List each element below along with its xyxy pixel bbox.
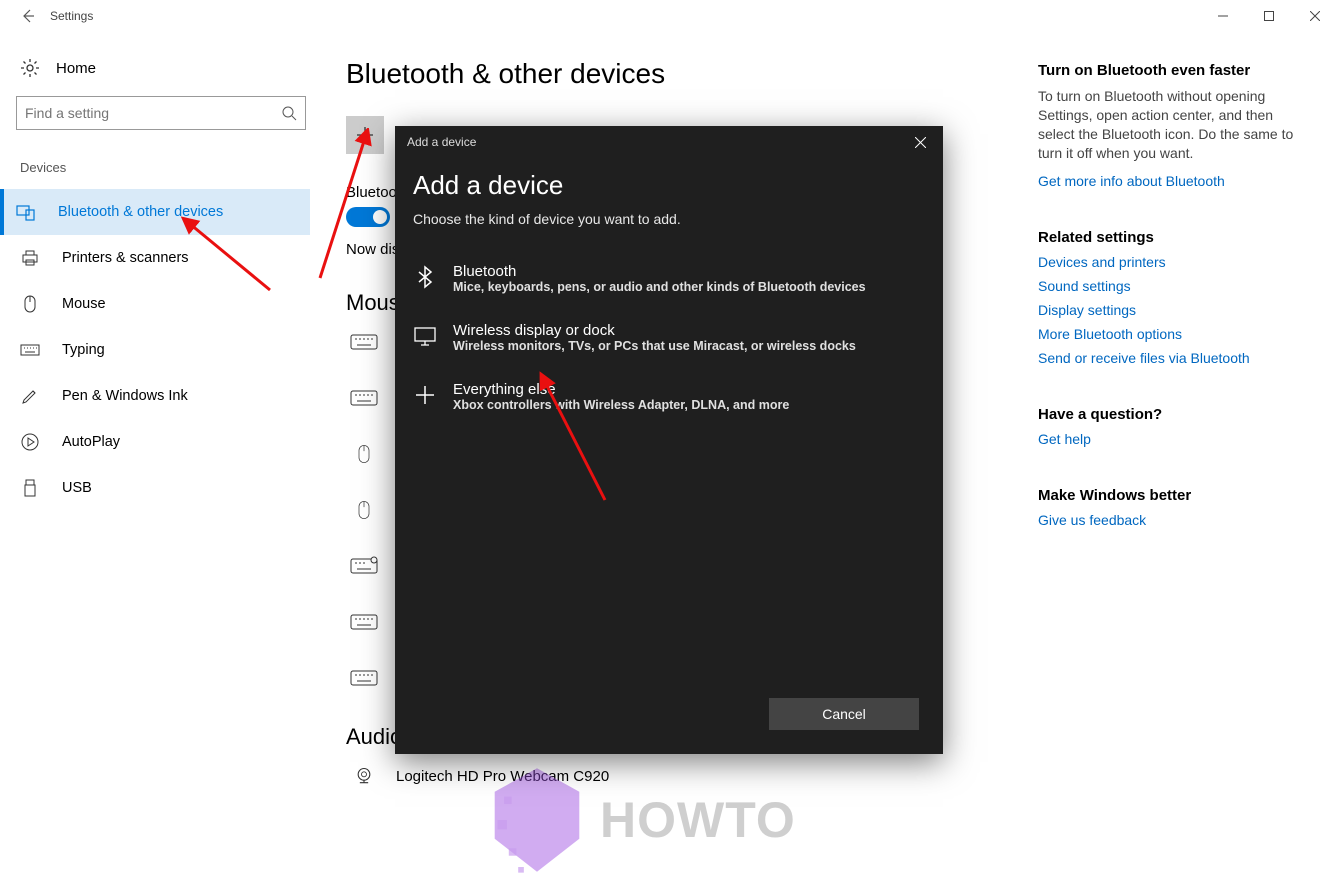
keyboard-icon: [350, 388, 378, 408]
back-button[interactable]: [8, 0, 48, 32]
close-icon: [915, 137, 926, 148]
sidebar-item-pen-windows-ink[interactable]: Pen & Windows Ink: [16, 373, 310, 419]
printer-icon: [20, 248, 40, 268]
sidebar-item-label: AutoPlay: [62, 434, 120, 450]
related-link-more-bluetooth-options[interactable]: More Bluetooth options: [1038, 326, 1298, 342]
maximize-button[interactable]: [1246, 0, 1292, 32]
option-everything-else[interactable]: Everything else Xbox controllers with Wi…: [413, 371, 925, 430]
option-bluetooth[interactable]: Bluetooth Mice, keyboards, pens, or audi…: [413, 253, 925, 312]
bluetooth-icon: [413, 265, 437, 289]
close-button[interactable]: [1292, 0, 1338, 32]
minimize-button[interactable]: [1200, 0, 1246, 32]
minimize-icon: [1218, 11, 1228, 21]
display-icon: [413, 324, 437, 348]
tip-link[interactable]: Get more info about Bluetooth: [1038, 173, 1298, 189]
mouse-icon: [20, 294, 40, 314]
gear-icon: [20, 58, 40, 78]
sidebar-item-usb[interactable]: USB: [16, 465, 310, 511]
option-desc: Xbox controllers with Wireless Adapter, …: [453, 398, 789, 412]
related-link-display-settings[interactable]: Display settings: [1038, 302, 1298, 318]
annotation-arrow: [160, 210, 300, 310]
feedback-link[interactable]: Give us feedback: [1038, 512, 1298, 528]
page-title: Bluetooth & other devices: [346, 58, 1038, 90]
arrow-left-icon: [20, 8, 36, 24]
devices-icon: [16, 202, 36, 222]
search-icon: [281, 105, 297, 121]
dialog-close-button[interactable]: [897, 126, 943, 158]
related-heading: Related settings: [1038, 229, 1298, 246]
sidebar-item-typing[interactable]: Typing: [16, 327, 310, 373]
search-input[interactable]: [25, 105, 281, 121]
option-title: Bluetooth: [453, 263, 866, 280]
dialog-subheading: Choose the kind of device you want to ad…: [413, 211, 925, 227]
watermark: HOWTO: [490, 760, 796, 880]
webcam-icon: [350, 766, 378, 786]
option-title: Wireless display or dock: [453, 322, 856, 339]
keyboard-icon: [350, 612, 378, 632]
sidebar-item-label: Pen & Windows Ink: [62, 388, 188, 404]
cancel-button[interactable]: Cancel: [769, 698, 919, 730]
sidebar-item-autoplay[interactable]: AutoPlay: [16, 419, 310, 465]
question-heading: Have a question?: [1038, 406, 1298, 423]
maximize-icon: [1264, 11, 1274, 21]
tip-text: To turn on Bluetooth without opening Set…: [1038, 87, 1298, 163]
dialog-title: Add a device: [407, 135, 476, 149]
sidebar: Home Devices Bluetooth & other devices P…: [0, 32, 310, 885]
keyboard-icon: [350, 668, 378, 688]
logo-icon: [490, 760, 584, 880]
annotation-arrow: [530, 370, 620, 510]
keyboard-icon: [350, 556, 378, 576]
titlebar: Settings: [0, 0, 1338, 32]
keyboard-icon: [20, 340, 40, 360]
close-icon: [1310, 11, 1320, 21]
keyboard-icon: [350, 332, 378, 352]
dialog-heading: Add a device: [413, 170, 925, 201]
annotation-arrow: [310, 128, 390, 288]
pen-icon: [20, 386, 40, 406]
option-desc: Wireless monitors, TVs, or PCs that use …: [453, 339, 856, 353]
watermark-text: HOWTO: [600, 791, 796, 849]
tip-heading: Turn on Bluetooth even faster: [1038, 62, 1298, 79]
plus-icon: [413, 383, 437, 407]
get-help-link[interactable]: Get help: [1038, 431, 1298, 447]
related-link-send-receive-files[interactable]: Send or receive files via Bluetooth: [1038, 350, 1298, 366]
related-link-sound-settings[interactable]: Sound settings: [1038, 278, 1298, 294]
usb-icon: [20, 478, 40, 498]
option-wireless-display[interactable]: Wireless display or dock Wireless monito…: [413, 312, 925, 371]
sidebar-item-label: Typing: [62, 342, 105, 358]
help-panel: Turn on Bluetooth even faster To turn on…: [1038, 32, 1338, 885]
mouse-icon: [350, 444, 378, 464]
add-a-device-dialog: Add a device Add a device Choose the kin…: [395, 126, 943, 754]
sidebar-section-label: Devices: [20, 160, 310, 175]
option-title: Everything else: [453, 381, 789, 398]
mouse-icon: [350, 500, 378, 520]
sidebar-item-home[interactable]: Home: [16, 52, 310, 96]
related-link-devices-printers[interactable]: Devices and printers: [1038, 254, 1298, 270]
window-title: Settings: [50, 9, 93, 23]
home-label: Home: [56, 60, 96, 77]
search-box[interactable]: [16, 96, 306, 130]
sidebar-item-label: Mouse: [62, 296, 106, 312]
better-heading: Make Windows better: [1038, 487, 1298, 504]
autoplay-icon: [20, 432, 40, 452]
dialog-titlebar: Add a device: [395, 126, 943, 158]
option-desc: Mice, keyboards, pens, or audio and othe…: [453, 280, 866, 294]
sidebar-item-label: USB: [62, 480, 92, 496]
